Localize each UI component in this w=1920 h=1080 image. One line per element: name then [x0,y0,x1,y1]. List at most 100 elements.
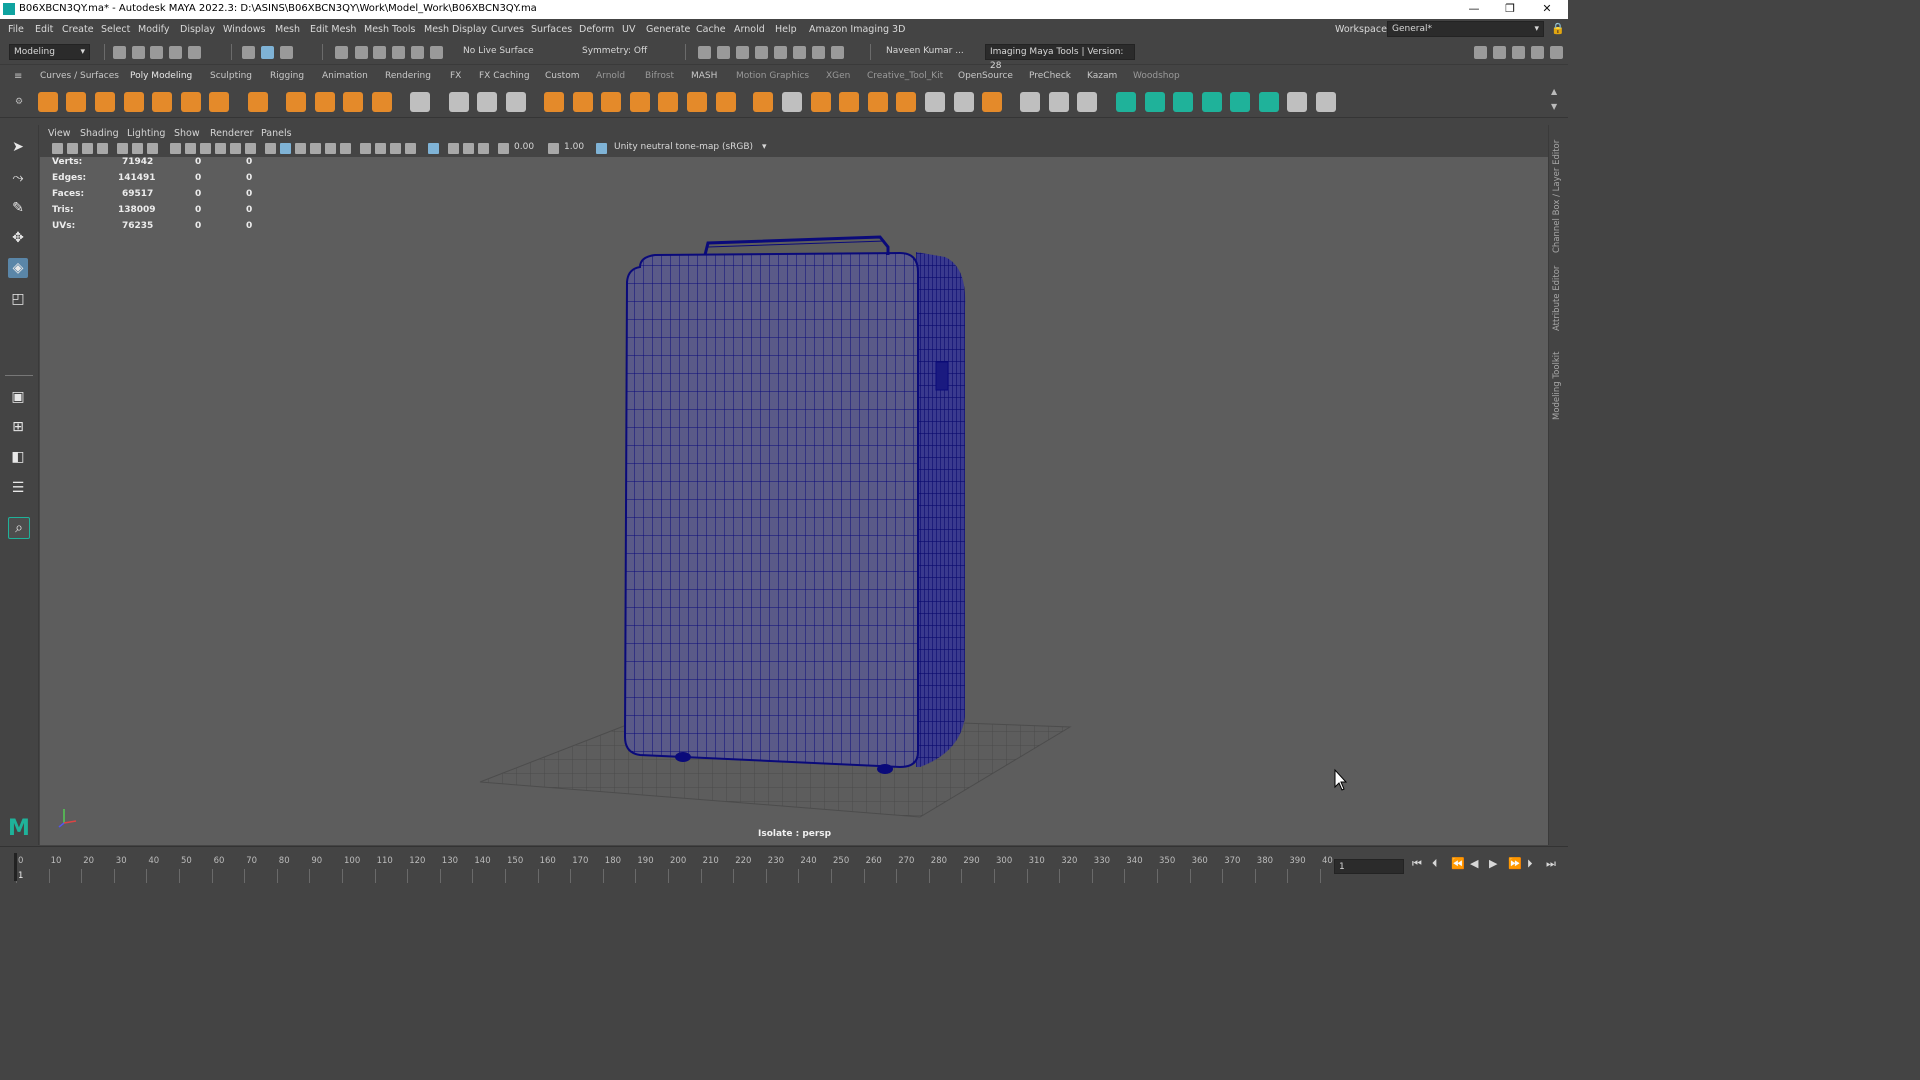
shelf-gear-icon[interactable]: ⚙ [15,97,23,107]
shadows-icon[interactable] [340,143,351,154]
menu-mesh[interactable]: Mesh [275,24,300,35]
ipr-render-icon[interactable] [736,46,749,59]
gamma-icon[interactable] [548,143,559,154]
go-to-start-icon[interactable]: ⏮ [1412,857,1422,871]
exposure-value[interactable]: 0.00 [514,142,534,152]
perspective-viewport[interactable]: Verts: 71942 0 0 Edges: 141491 0 0 Faces… [40,157,1548,845]
automatic-uv-icon[interactable] [1116,92,1136,112]
snap-pivot-icon[interactable] [430,46,443,59]
spherical-uv-icon[interactable] [1202,92,1222,112]
wireframe-on-shaded-icon[interactable] [295,143,306,154]
chevron-down-icon[interactable]: ▾ [762,142,767,152]
menu-help[interactable]: Help [775,24,797,35]
type-tool-icon[interactable] [343,92,363,112]
tab-attribute-editor[interactable]: Attribute Editor [1552,261,1562,331]
tab-rendering[interactable]: Rendering [385,71,431,81]
menu-deform[interactable]: Deform [579,24,614,35]
poly-torus-icon[interactable] [152,92,172,112]
wireframe-icon[interactable] [265,143,276,154]
platonic-solid-icon[interactable] [248,92,268,112]
field-chart-icon[interactable] [215,143,226,154]
tab-rigging[interactable]: Rigging [270,71,304,81]
poly-disc-icon[interactable] [209,92,229,112]
tab-sculpting[interactable]: Sculpting [210,71,252,81]
panel-menu-lighting[interactable]: Lighting [127,128,165,139]
use-all-lights-icon[interactable] [325,143,336,154]
poly-plane-icon[interactable] [181,92,201,112]
play-forwards-icon[interactable]: ▶ [1489,857,1497,870]
tab-mash[interactable]: MASH [691,71,717,81]
workspace-dropdown[interactable]: General* ▾ [1387,21,1544,37]
pause-icon[interactable] [831,46,844,59]
insert-edge-loop-icon[interactable] [782,92,802,112]
target-weld-icon[interactable] [811,92,831,112]
append-polygon-icon[interactable] [716,92,736,112]
shelf-menu-icon[interactable]: ≡ [14,71,22,82]
imaging-tools-label[interactable]: Imaging Maya Tools | Version: 28 [985,44,1135,71]
snap-point-icon[interactable] [373,46,386,59]
separate-icon[interactable] [477,92,497,112]
step-forward-key-icon[interactable]: ⏩ [1508,857,1522,870]
attribute-editor-icon[interactable] [1512,46,1525,59]
uv-editor-icon[interactable] [410,92,430,112]
hypershade-icon[interactable] [774,46,787,59]
panel-menu-view[interactable]: View [48,128,71,139]
combine-icon[interactable] [449,92,469,112]
snap-curve-icon[interactable] [355,46,368,59]
poke-icon[interactable] [896,92,916,112]
panel-menu-shading[interactable]: Shading [80,128,119,139]
menu-mesh-display[interactable]: Mesh Display [424,24,487,35]
minimize-button[interactable]: — [1459,1,1489,17]
select-hierarchy-icon[interactable] [242,46,255,59]
menu-curves[interactable]: Curves [491,24,524,35]
image-plane-icon[interactable] [97,143,108,154]
motion-blur-icon[interactable] [375,143,386,154]
four-view-layout-icon[interactable]: ⊞ [8,417,28,437]
play-backwards-icon[interactable]: ◀ [1470,857,1478,870]
single-perspective-view-icon[interactable]: ▣ [8,387,28,407]
cut-uv-icon[interactable] [1316,92,1336,112]
tab-fx-caching[interactable]: FX Caching [479,71,530,81]
connect-icon[interactable] [839,92,859,112]
camera-uv-icon[interactable] [1230,92,1250,112]
menu-mesh-tools[interactable]: Mesh Tools [364,24,415,35]
xray-icon[interactable] [448,143,459,154]
2d-pan-zoom-icon[interactable] [117,143,128,154]
quad-draw-icon[interactable] [868,92,888,112]
open-scene-icon[interactable] [132,46,145,59]
safe-action-icon[interactable] [230,143,241,154]
isolate-select-icon[interactable] [428,143,439,154]
render-view-icon[interactable] [698,46,711,59]
step-back-frame-icon[interactable]: ⏴ [1432,857,1438,871]
reduce-icon[interactable] [1049,92,1069,112]
gate-mask-icon[interactable] [200,143,211,154]
select-tool-icon[interactable]: ➤ [8,137,28,157]
slide-edge-icon[interactable] [1020,92,1040,112]
menu-arnold[interactable]: Arnold [734,24,765,35]
current-frame-field[interactable]: 1 [1334,859,1404,874]
boolean-icon[interactable] [544,92,564,112]
user-account-dropdown[interactable]: Naveen Kumar ... [882,44,978,60]
smooth-shade-icon[interactable] [280,143,291,154]
menu-edit[interactable]: Edit [35,24,53,35]
menu-edit-mesh[interactable]: Edit Mesh [310,24,356,35]
sweep-mesh-icon[interactable] [315,92,335,112]
scale-tool-icon[interactable]: ◰ [8,289,28,309]
tab-opensource[interactable]: OpenSource [958,71,1013,81]
step-back-key-icon[interactable]: ⏪ [1451,857,1465,870]
menu-amazon-imaging-3d[interactable]: Amazon Imaging 3D [809,24,905,35]
snap-surface-icon[interactable] [411,46,424,59]
cylindrical-uv-icon[interactable] [1173,92,1193,112]
tab-xgen[interactable]: XGen [826,71,850,81]
new-scene-icon[interactable] [113,46,126,59]
maximize-button[interactable]: ❐ [1495,1,1525,17]
menu-create[interactable]: Create [62,24,94,35]
xray-joints-icon[interactable] [463,143,474,154]
textured-icon[interactable] [310,143,321,154]
poly-sphere-icon[interactable] [38,92,58,112]
exposure-icon[interactable] [498,143,509,154]
depth-of-field-icon[interactable] [405,143,416,154]
menu-surfaces[interactable]: Surfaces [531,24,572,35]
render-frame-icon[interactable] [717,46,730,59]
tab-poly-modeling[interactable]: Poly Modeling [130,71,192,81]
